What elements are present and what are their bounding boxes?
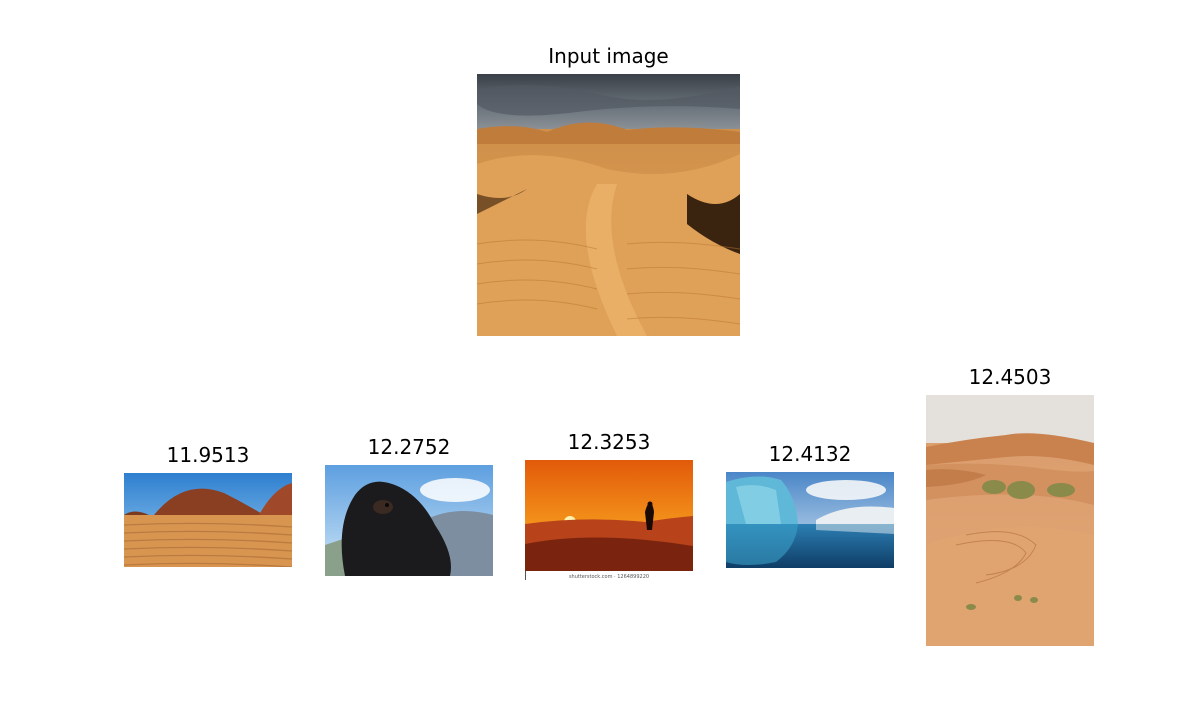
watermark-text: shutterstock.com · 1264899220 — [569, 574, 649, 580]
input-image-title: Input image — [548, 44, 669, 68]
result-score-4: 12.4132 — [768, 442, 852, 466]
input-image — [477, 74, 740, 336]
result-image-5 — [926, 395, 1094, 646]
result-score-5: 12.4503 — [968, 365, 1052, 389]
result-image-1 — [124, 473, 292, 567]
result-score-1: 11.9513 — [166, 443, 250, 467]
result-image-2 — [325, 465, 493, 576]
result-score-2: 12.2752 — [367, 435, 451, 459]
result-score-3: 12.3253 — [567, 430, 651, 454]
result-image-4 — [726, 472, 894, 568]
result-image-3: shutterstock.com · 1264899220 — [525, 460, 693, 580]
